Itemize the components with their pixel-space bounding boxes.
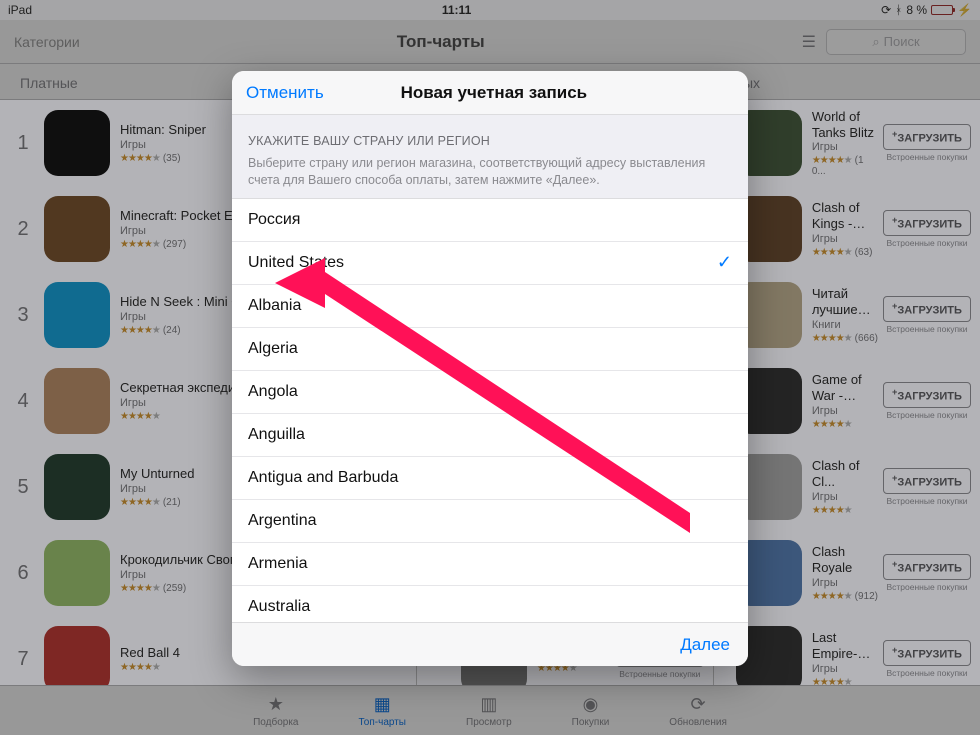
country-row[interactable]: Algeria bbox=[232, 328, 748, 371]
modal-title: Новая учетная запись bbox=[254, 83, 734, 103]
country-name: Australia bbox=[248, 598, 310, 616]
country-row[interactable]: Angola bbox=[232, 371, 748, 414]
next-button[interactable]: Далее bbox=[680, 635, 730, 655]
country-row[interactable]: Antigua and Barbuda bbox=[232, 457, 748, 500]
country-list: Россия United States ✓ Albania Algeria Angola… bbox=[232, 198, 748, 623]
new-account-modal: Отменить Новая учетная запись УКАЖИТЕ ВА… bbox=[232, 71, 748, 666]
country-row[interactable]: Argentina bbox=[232, 500, 748, 543]
country-name: Antigua and Barbuda bbox=[248, 469, 398, 487]
country-row[interactable]: United States ✓ bbox=[232, 242, 748, 285]
modal-header: Отменить Новая учетная запись bbox=[232, 71, 748, 115]
country-name: Anguilla bbox=[248, 426, 305, 444]
hint-heading: УКАЖИТЕ ВАШУ СТРАНУ ИЛИ РЕГИОН bbox=[248, 133, 732, 151]
country-row[interactable]: Albania bbox=[232, 285, 748, 328]
hint-subheading: Выберите страну или регион магазина, соо… bbox=[248, 155, 732, 190]
hint-block: УКАЖИТЕ ВАШУ СТРАНУ ИЛИ РЕГИОН Выберите … bbox=[232, 115, 748, 198]
country-name: Algeria bbox=[248, 340, 298, 358]
modal-body: УКАЖИТЕ ВАШУ СТРАНУ ИЛИ РЕГИОН Выберите … bbox=[232, 115, 748, 622]
modal-footer: Далее bbox=[232, 622, 748, 666]
country-name: Armenia bbox=[248, 555, 308, 573]
country-row[interactable]: Anguilla bbox=[232, 414, 748, 457]
country-row[interactable]: Россия bbox=[232, 199, 748, 242]
country-name: Argentina bbox=[248, 512, 317, 530]
country-name: Россия bbox=[248, 211, 300, 229]
country-row[interactable]: Australia bbox=[232, 586, 748, 623]
country-row[interactable]: Armenia bbox=[232, 543, 748, 586]
checkmark-icon: ✓ bbox=[717, 252, 732, 273]
country-name: Albania bbox=[248, 297, 301, 315]
country-name: United States bbox=[248, 254, 344, 272]
country-name: Angola bbox=[248, 383, 298, 401]
